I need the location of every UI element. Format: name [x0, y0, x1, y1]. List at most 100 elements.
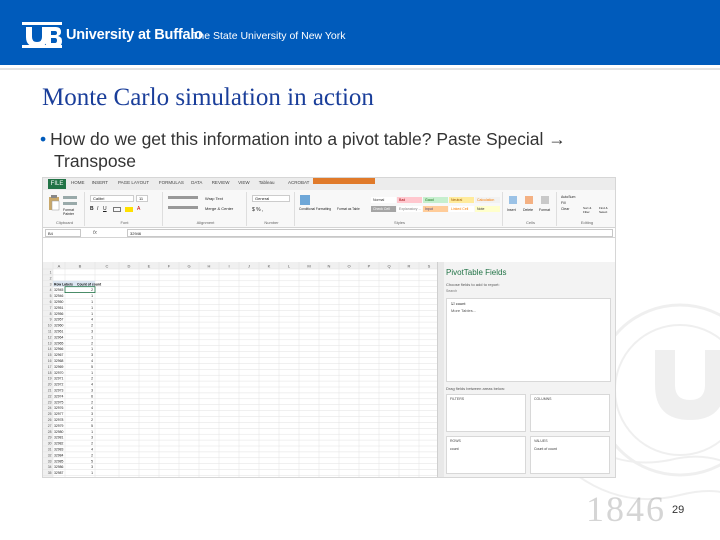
- name-box[interactable]: B4: [45, 229, 81, 237]
- conditional-formatting-button[interactable]: Conditional Formatting: [299, 207, 335, 211]
- count-value-cell[interactable]: 2: [91, 324, 93, 328]
- count-value-cell[interactable]: 4: [91, 448, 93, 452]
- copy-icon[interactable]: [63, 202, 77, 205]
- format-cells-button[interactable]: Format: [539, 208, 550, 212]
- find-select-button[interactable]: Find & Select: [599, 206, 614, 214]
- field-search[interactable]: Search: [446, 289, 566, 295]
- ribbon-tab-insert[interactable]: INSERT: [92, 180, 108, 185]
- values-area-field[interactable]: Count of count: [534, 447, 557, 451]
- cell-style-normal[interactable]: Normal: [371, 197, 396, 203]
- fill-button[interactable]: Fill: [561, 201, 565, 205]
- row-label-cell[interactable]: 32980: [54, 430, 64, 434]
- row-label-cell[interactable]: 32970: [54, 371, 64, 375]
- pane-scrollbar[interactable]: [438, 262, 444, 477]
- ribbon-tab-review[interactable]: REVIEW: [212, 180, 230, 185]
- count-value-cell[interactable]: 3: [91, 353, 93, 357]
- row-label-cell[interactable]: 32971: [54, 377, 64, 381]
- count-value-cell[interactable]: 5: [91, 424, 93, 428]
- count-value-cell[interactable]: 3: [91, 389, 93, 393]
- count-value-cell[interactable]: 4: [91, 383, 93, 387]
- align-top-icon[interactable]: [168, 196, 198, 199]
- count-value-cell[interactable]: 3: [91, 465, 93, 469]
- count-value-cell[interactable]: 1: [91, 300, 93, 304]
- formula-input[interactable]: 32946: [127, 229, 613, 237]
- rows-area-field[interactable]: count: [450, 447, 459, 451]
- row-label-cell[interactable]: 32974: [54, 394, 64, 398]
- cell-style-linked-cell[interactable]: Linked Cell: [449, 206, 474, 212]
- cell-style-bad[interactable]: Bad: [397, 197, 422, 203]
- conditional-formatting-icon[interactable]: [300, 195, 310, 205]
- worksheet-grid[interactable]: A B C D E F G H I J K L M N O P Q R S123456789101112131415…: [43, 262, 439, 478]
- row-label-cell[interactable]: 32986: [54, 465, 64, 469]
- row-label-cell[interactable]: 32960: [54, 324, 64, 328]
- cell-style-explanatory[interactable]: Explanatory ...: [397, 206, 422, 212]
- count-value-cell[interactable]: 2: [91, 377, 93, 381]
- count-value-cell[interactable]: 2: [91, 418, 93, 422]
- font-size-select[interactable]: 11: [136, 195, 148, 202]
- row-label-cell[interactable]: 32946: [54, 294, 64, 298]
- row-label-cell[interactable]: 32975: [54, 400, 64, 404]
- italic-icon[interactable]: I: [97, 206, 98, 212]
- cell-style-calculation[interactable]: Calculation: [475, 197, 500, 203]
- row-label-cell[interactable]: 32985: [54, 459, 64, 463]
- row-label-cell[interactable]: 32964: [54, 335, 64, 339]
- row-label-cell[interactable]: 32982: [54, 442, 64, 446]
- ribbon-tab-page-layout[interactable]: PAGE LAYOUT: [118, 180, 149, 185]
- count-value-cell[interactable]: 3: [91, 330, 93, 334]
- number-format-select[interactable]: General: [252, 195, 290, 202]
- cell-style-note[interactable]: Note: [475, 206, 500, 212]
- format-painter-button[interactable]: Format Painter: [63, 208, 84, 216]
- ribbon-tab-data[interactable]: DATA: [191, 180, 202, 185]
- count-value-cell[interactable]: 5: [91, 365, 93, 369]
- wrap-text-button[interactable]: Wrap Text: [205, 196, 223, 201]
- row-label-cell[interactable]: 32950: [54, 300, 64, 304]
- more-tables-link[interactable]: More Tables...: [451, 308, 606, 313]
- count-value-cell[interactable]: 1: [91, 471, 93, 475]
- row-label-cell[interactable]: 32961: [54, 330, 64, 334]
- count-value-cell[interactable]: 2: [91, 288, 93, 292]
- bold-icon[interactable]: B: [90, 206, 94, 212]
- autosum-button[interactable]: AutoSum: [561, 195, 575, 199]
- font-color-icon[interactable]: A: [137, 206, 140, 212]
- row-label-cell[interactable]: 32979: [54, 424, 64, 428]
- fill-color-icon[interactable]: [125, 207, 133, 212]
- count-value-cell[interactable]: 1: [91, 294, 93, 298]
- align-left-icon[interactable]: [168, 206, 198, 209]
- count-value-cell[interactable]: 6: [91, 394, 93, 398]
- row-label-cell[interactable]: 32987: [54, 471, 64, 475]
- rows-area[interactable]: ROWS count: [446, 436, 526, 474]
- cell-style-good[interactable]: Good: [423, 197, 448, 203]
- row-label-cell[interactable]: 32968: [54, 359, 64, 363]
- file-tab[interactable]: FILE: [48, 179, 66, 189]
- ribbon-tab-view[interactable]: VIEW: [238, 180, 250, 185]
- count-value-cell[interactable]: 1: [91, 371, 93, 375]
- merge-center-button[interactable]: Merge & Center: [205, 206, 233, 211]
- cell-style-check-cell[interactable]: Check Cell: [371, 206, 396, 212]
- format-as-table-button[interactable]: Format as Table: [337, 207, 367, 211]
- row-label-cell[interactable]: 32972: [54, 383, 64, 387]
- row-label-cell[interactable]: 32969: [54, 365, 64, 369]
- ribbon-tab-formulas[interactable]: FORMULAS: [159, 180, 184, 185]
- row-label-cell[interactable]: 32973: [54, 389, 64, 393]
- row-label-cell[interactable]: 32957: [54, 318, 64, 322]
- row-label-cell[interactable]: 32951: [54, 306, 64, 310]
- count-value-cell[interactable]: 1: [91, 306, 93, 310]
- row-label-cell[interactable]: 32983: [54, 448, 64, 452]
- cut-icon[interactable]: [63, 196, 77, 199]
- columns-area[interactable]: COLUMNS: [530, 394, 610, 432]
- count-value-cell[interactable]: 1: [91, 335, 93, 339]
- count-value-cell[interactable]: 4: [91, 406, 93, 410]
- row-label-cell[interactable]: 32984: [54, 453, 64, 457]
- count-value-cell[interactable]: 3: [91, 436, 93, 440]
- row-label-cell[interactable]: 32976: [54, 406, 64, 410]
- filters-area[interactable]: FILTERS: [446, 394, 526, 432]
- ribbon-tab-home[interactable]: HOME: [71, 180, 85, 185]
- clear-button[interactable]: Clear: [561, 207, 569, 211]
- ribbon-tab-acrobat[interactable]: ACROBAT: [288, 180, 309, 185]
- count-value-cell[interactable]: 1: [91, 347, 93, 351]
- cell-style-neutral[interactable]: Neutral: [449, 197, 474, 203]
- count-value-cell[interactable]: 1: [91, 312, 93, 316]
- count-value-cell[interactable]: 5: [91, 459, 93, 463]
- row-label-cell[interactable]: 32966: [54, 347, 64, 351]
- count-value-cell[interactable]: 1: [91, 430, 93, 434]
